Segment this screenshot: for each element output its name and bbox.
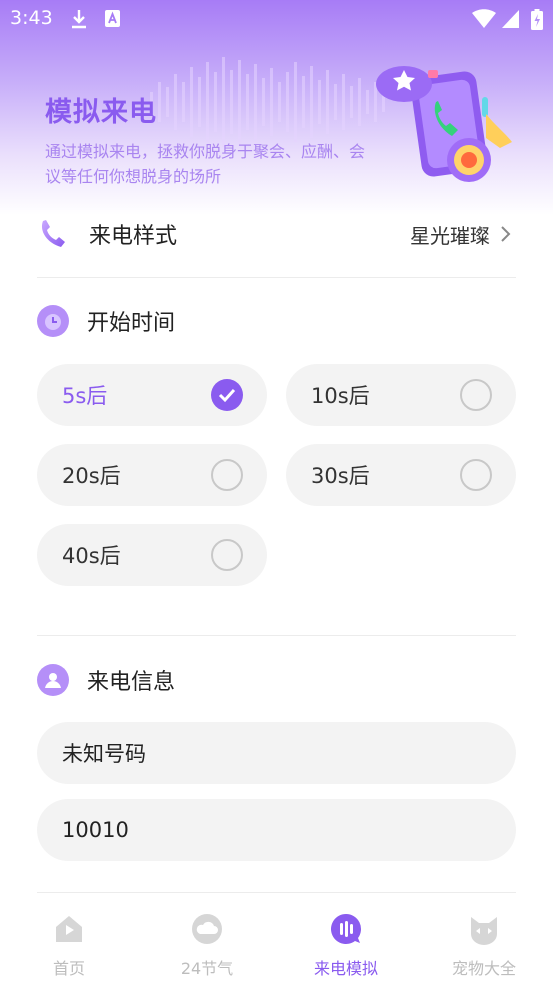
call-style-value-text: 星光璀璨: [410, 223, 490, 248]
start-option-20s[interactable]: 20s后: [37, 444, 267, 506]
divider: [37, 892, 516, 893]
call-info-heading: 来电信息: [87, 670, 176, 695]
caller-number-value: 10010: [62, 818, 129, 842]
call-info-section-header: 来电信息: [37, 660, 175, 700]
chevron-right-icon: [501, 226, 511, 242]
option-label: 10s后: [311, 384, 370, 408]
checked-radio-icon: [211, 379, 243, 411]
tab-call-simulation[interactable]: 来电模拟: [286, 913, 406, 979]
tab-label: 宠物大全: [451, 959, 516, 978]
phone-handset-icon: [41, 220, 65, 247]
alarm-clock-icon: [37, 305, 69, 337]
unchecked-radio-icon: [211, 539, 243, 571]
start-option-40s[interactable]: 40s后: [37, 524, 267, 586]
unchecked-radio-icon: [211, 459, 243, 491]
tab-label: 首页: [52, 959, 85, 978]
option-label: 40s后: [62, 544, 121, 568]
contact-person-icon: [37, 664, 69, 696]
battery-icon: [531, 9, 543, 30]
tab-home[interactable]: 首页: [9, 913, 129, 979]
hero-subtitle: 通过模拟来电，拯救你脱身于聚会、应酬、会议等任何你想脱身的场所: [45, 142, 366, 186]
bottom-tab-bar: 首页 24节气 来电模拟 宠物大全: [0, 905, 553, 984]
tab-label: 24节气: [180, 959, 234, 978]
start-time-section-header: 开始时间: [37, 301, 175, 341]
option-label: 30s后: [311, 464, 370, 488]
call-style-value[interactable]: 星光璀璨: [410, 220, 516, 249]
tab-label: 来电模拟: [313, 959, 378, 978]
hero-banner: 3:43 模拟来电 通过模拟来电，拯救你脱身于聚会、应酬、会议等任何你想脱身的场…: [0, 0, 553, 215]
cloud-icon: [192, 914, 222, 944]
hero-title: 模拟来电: [45, 97, 157, 128]
cat-icon: [471, 917, 497, 945]
start-option-10s[interactable]: 10s后: [286, 364, 516, 426]
call-style-label: 来电样式: [89, 224, 178, 249]
divider: [37, 277, 516, 278]
signal-icon: [502, 10, 519, 28]
caller-name-value: 未知号码: [62, 742, 146, 766]
call-sim-icon: [331, 914, 361, 944]
caller-number-input[interactable]: 10010: [37, 799, 516, 861]
start-option-5s[interactable]: 5s后: [37, 364, 267, 426]
unchecked-radio-icon: [460, 379, 492, 411]
start-time-heading: 开始时间: [87, 311, 176, 336]
wifi-icon: [472, 9, 496, 28]
unchecked-radio-icon: [460, 459, 492, 491]
divider: [37, 635, 516, 636]
tab-pets[interactable]: 宠物大全: [424, 913, 544, 979]
download-icon: [72, 10, 86, 29]
home-icon: [56, 916, 82, 942]
option-label: 5s后: [62, 384, 108, 408]
start-option-30s[interactable]: 30s后: [286, 444, 516, 506]
app-notification-icon: [105, 10, 120, 27]
option-label: 20s后: [62, 464, 121, 488]
call-style-row[interactable]: 来电样式 星光璀璨: [37, 212, 516, 256]
phone-call-illustration-icon: [376, 66, 512, 182]
status-bar: 3:43: [0, 0, 553, 38]
status-time: 3:43: [10, 7, 53, 29]
tab-solar-terms[interactable]: 24节气: [147, 913, 267, 979]
caller-name-input[interactable]: 未知号码: [37, 722, 516, 784]
